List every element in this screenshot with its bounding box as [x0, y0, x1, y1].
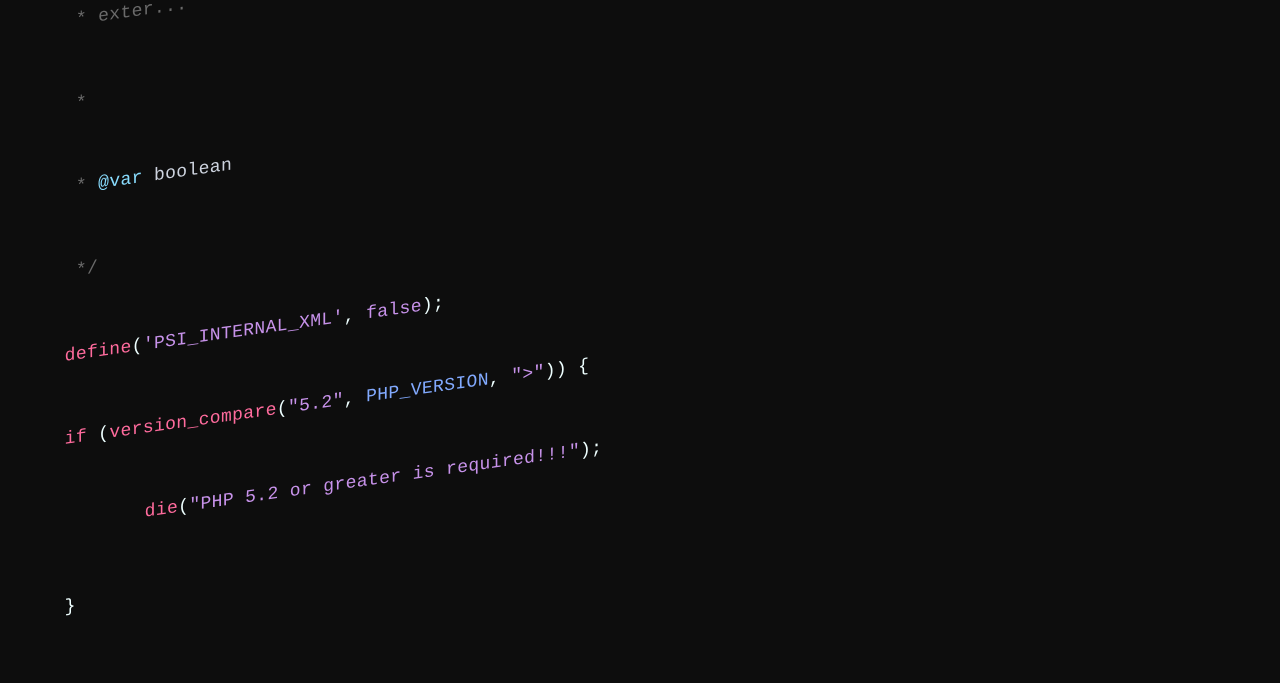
line-11: properly."); — [20, 650, 1260, 673]
code-editor: * exter... * * @var boolean */ define('P… — [0, 0, 1280, 673]
